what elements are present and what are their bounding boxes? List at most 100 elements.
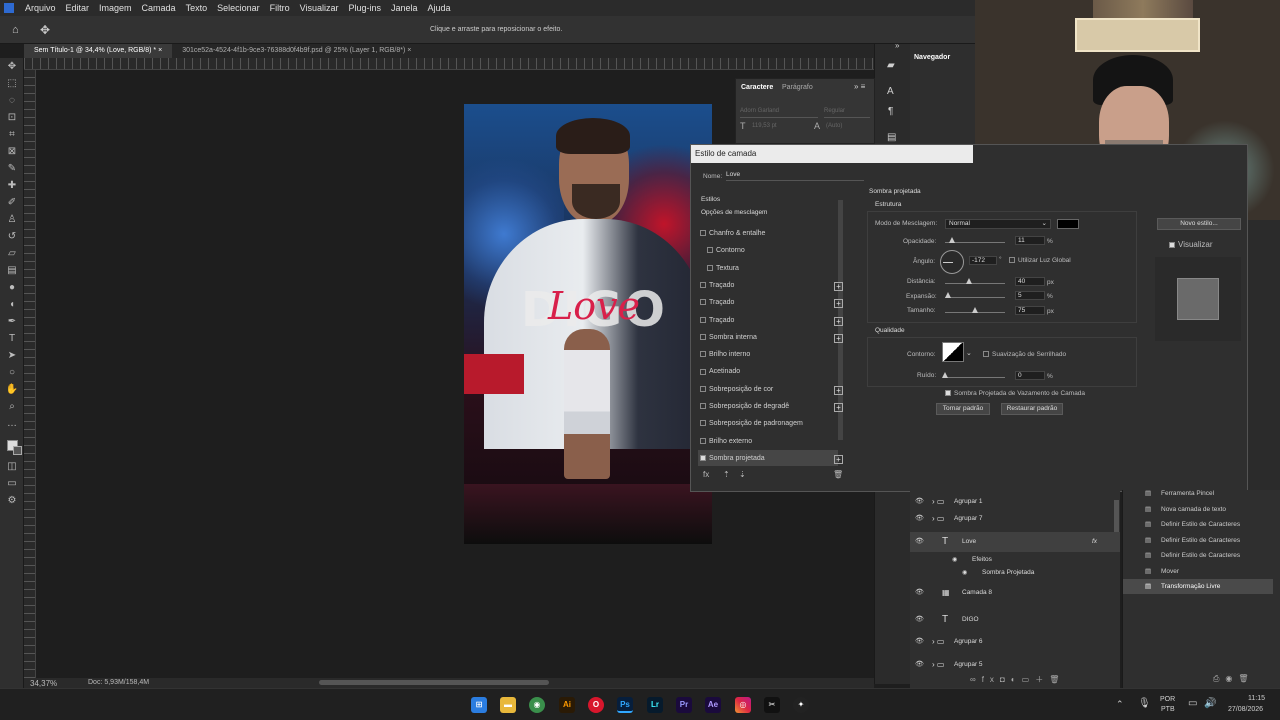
history-item[interactable]: ▤ Mover bbox=[1123, 564, 1273, 579]
spread-slider[interactable] bbox=[945, 297, 1005, 298]
shadow-color-swatch[interactable] bbox=[1057, 219, 1079, 229]
instagram-icon[interactable]: ◎ bbox=[735, 697, 751, 713]
distance-slider-handle[interactable] bbox=[966, 278, 972, 284]
move-tool-option-icon[interactable]: ✥ bbox=[40, 23, 50, 37]
comments-icon[interactable]: ▰ bbox=[887, 60, 895, 71]
panel-menu-icon[interactable]: » ≡ bbox=[854, 82, 865, 91]
chrome-icon[interactable]: ◉ bbox=[529, 697, 545, 713]
layer-row[interactable]: 👁 T DIGO bbox=[910, 612, 1120, 628]
menu-item-texto[interactable]: Texto bbox=[181, 3, 213, 13]
history-item[interactable]: ▤ Definir Estilo de Caracteres bbox=[1123, 517, 1273, 532]
knockout-box[interactable] bbox=[945, 390, 951, 397]
new-style-button[interactable]: Novo estilo... bbox=[1157, 218, 1241, 230]
styles-header[interactable]: Estilos bbox=[701, 196, 720, 203]
navigator-title[interactable]: Navegador bbox=[914, 54, 950, 61]
style-checkbox[interactable] bbox=[700, 316, 706, 323]
crop-tool-icon[interactable]: ⌗ bbox=[0, 126, 24, 143]
dodge-tool-icon[interactable]: ◖ bbox=[0, 296, 24, 313]
preview-checkbox[interactable]: Visualizar bbox=[1169, 240, 1213, 249]
history-item[interactable]: ▤ Transformação Livre bbox=[1123, 579, 1273, 594]
add-style-icon[interactable]: + bbox=[834, 316, 843, 326]
style-checkbox[interactable] bbox=[707, 247, 713, 254]
style-checkbox[interactable] bbox=[700, 333, 706, 340]
spread-field[interactable]: 5 bbox=[1015, 291, 1045, 300]
language-code[interactable]: POR bbox=[1160, 696, 1175, 703]
opacity-field[interactable]: 11 bbox=[1015, 236, 1045, 245]
font-family-select[interactable]: Adorn Garland bbox=[740, 108, 818, 118]
layer-row[interactable]: 👁 › ▭ Agrupar 5 bbox=[910, 657, 1120, 673]
style-checkbox[interactable] bbox=[700, 351, 706, 358]
spread-slider-handle[interactable] bbox=[945, 292, 951, 298]
monitor-icon[interactable]: ▭ bbox=[1188, 698, 1197, 709]
adjustment-icon[interactable]: ◐ bbox=[1011, 675, 1022, 684]
style-item[interactable]: Sombra interna + bbox=[700, 330, 843, 346]
more-tools-icon[interactable]: … bbox=[0, 415, 24, 432]
noise-slider[interactable] bbox=[945, 377, 1005, 378]
snapshot-icon[interactable]: ⎙ bbox=[1213, 674, 1225, 683]
style-checkbox[interactable] bbox=[700, 230, 706, 237]
menu-item-editar[interactable]: Editar bbox=[61, 3, 95, 13]
menu-item-filtro[interactable]: Filtro bbox=[265, 3, 295, 13]
volume-icon[interactable]: 🔊 bbox=[1204, 698, 1216, 709]
menu-item-camada[interactable]: Camada bbox=[137, 3, 181, 13]
add-style-icon[interactable]: + bbox=[834, 333, 843, 343]
size-field[interactable]: 75 bbox=[1015, 306, 1045, 315]
move-tool-icon[interactable]: ✥ bbox=[0, 58, 24, 75]
style-item[interactable]: Acetinado bbox=[700, 364, 836, 380]
capcut-icon[interactable]: ✂ bbox=[764, 697, 780, 713]
color-swatches-icon[interactable] bbox=[0, 432, 24, 458]
link-icon[interactable]: ∞ bbox=[970, 675, 982, 684]
noise-slider-handle[interactable] bbox=[942, 372, 948, 378]
opacity-slider-handle[interactable] bbox=[948, 237, 955, 243]
distance-field[interactable]: 40 bbox=[1015, 277, 1045, 286]
brush-tool-icon[interactable]: ✐ bbox=[0, 194, 24, 211]
style-checkbox[interactable] bbox=[700, 420, 706, 427]
paragraph-panel-icon[interactable]: ¶ bbox=[888, 106, 893, 117]
style-item[interactable]: Brilho externo bbox=[700, 434, 836, 450]
horizontal-scrollbar[interactable] bbox=[319, 680, 549, 685]
style-checkbox[interactable] bbox=[700, 455, 706, 462]
tab-document-1[interactable]: Sem Título-1 @ 34,4% (Love, RGB/8) * × bbox=[24, 44, 173, 58]
tab-character[interactable]: Caractere bbox=[741, 84, 773, 91]
style-checkbox[interactable] bbox=[700, 385, 706, 392]
move-up-icon[interactable]: ⇡ bbox=[723, 470, 730, 479]
type-tool-icon[interactable]: T bbox=[0, 330, 24, 347]
visibility-eye-icon[interactable]: 👁 bbox=[915, 511, 924, 527]
blur-tool-icon[interactable]: ● bbox=[0, 279, 24, 296]
noise-field[interactable]: 0 bbox=[1015, 371, 1045, 380]
trash-icon[interactable]: 🗑 bbox=[1238, 674, 1254, 683]
menu-item-arquivo[interactable]: Arquivo bbox=[20, 3, 61, 13]
style-item[interactable]: Sombra projetada + bbox=[700, 451, 843, 467]
layer-row[interactable]: 👁 T Love fx bbox=[910, 532, 1120, 552]
visibility-eye-icon[interactable]: 👁 bbox=[915, 494, 924, 510]
angle-dial[interactable] bbox=[940, 250, 964, 274]
microphone-icon[interactable]: 🎙 bbox=[1138, 698, 1151, 709]
screen-mode-icon[interactable]: ▭ bbox=[0, 475, 24, 492]
add-style-icon[interactable]: + bbox=[834, 299, 843, 309]
style-checkbox[interactable] bbox=[700, 403, 706, 410]
layer-row[interactable]: 👁 ▦ Camada 8 bbox=[910, 585, 1120, 601]
layer-row[interactable]: ◉ Sombra Projetada bbox=[910, 565, 1120, 581]
style-item[interactable]: Textura bbox=[707, 261, 843, 277]
history-item[interactable]: ▤ Nova camada de texto bbox=[1123, 502, 1273, 517]
name-field[interactable]: Love bbox=[726, 171, 864, 181]
eyedropper-tool-icon[interactable]: ✎ bbox=[0, 160, 24, 177]
tab-paragraph[interactable]: Parágrafo bbox=[782, 84, 813, 91]
doc-size[interactable]: Doc: 5,93M/158,4M bbox=[88, 679, 149, 686]
camera-icon[interactable]: ◉ bbox=[1225, 674, 1238, 683]
clock-time[interactable]: 11:15 bbox=[1248, 695, 1265, 702]
region-code[interactable]: PTB bbox=[1161, 706, 1175, 713]
menu-item-visualizar[interactable]: Visualizar bbox=[295, 3, 344, 13]
zoom-tool-icon[interactable]: ⌕ bbox=[0, 398, 24, 415]
clock-date[interactable]: 27/08/2026 bbox=[1228, 706, 1263, 713]
layer-row[interactable]: 👁 › ▭ Agrupar 7 bbox=[910, 511, 1120, 527]
size-slider-handle[interactable] bbox=[972, 307, 978, 313]
lightroom-icon[interactable]: Lr bbox=[647, 697, 663, 713]
eraser-tool-icon[interactable]: ▱ bbox=[0, 245, 24, 262]
marquee-tool-icon[interactable]: ⬚ bbox=[0, 75, 24, 92]
antialias-box[interactable] bbox=[983, 351, 989, 358]
style-item[interactable]: Sobreposição de padronagem bbox=[700, 416, 836, 432]
add-style-icon[interactable]: + bbox=[834, 403, 843, 412]
add-style-icon[interactable]: + bbox=[834, 454, 843, 464]
trash-icon[interactable]: 🗑 bbox=[833, 470, 843, 479]
